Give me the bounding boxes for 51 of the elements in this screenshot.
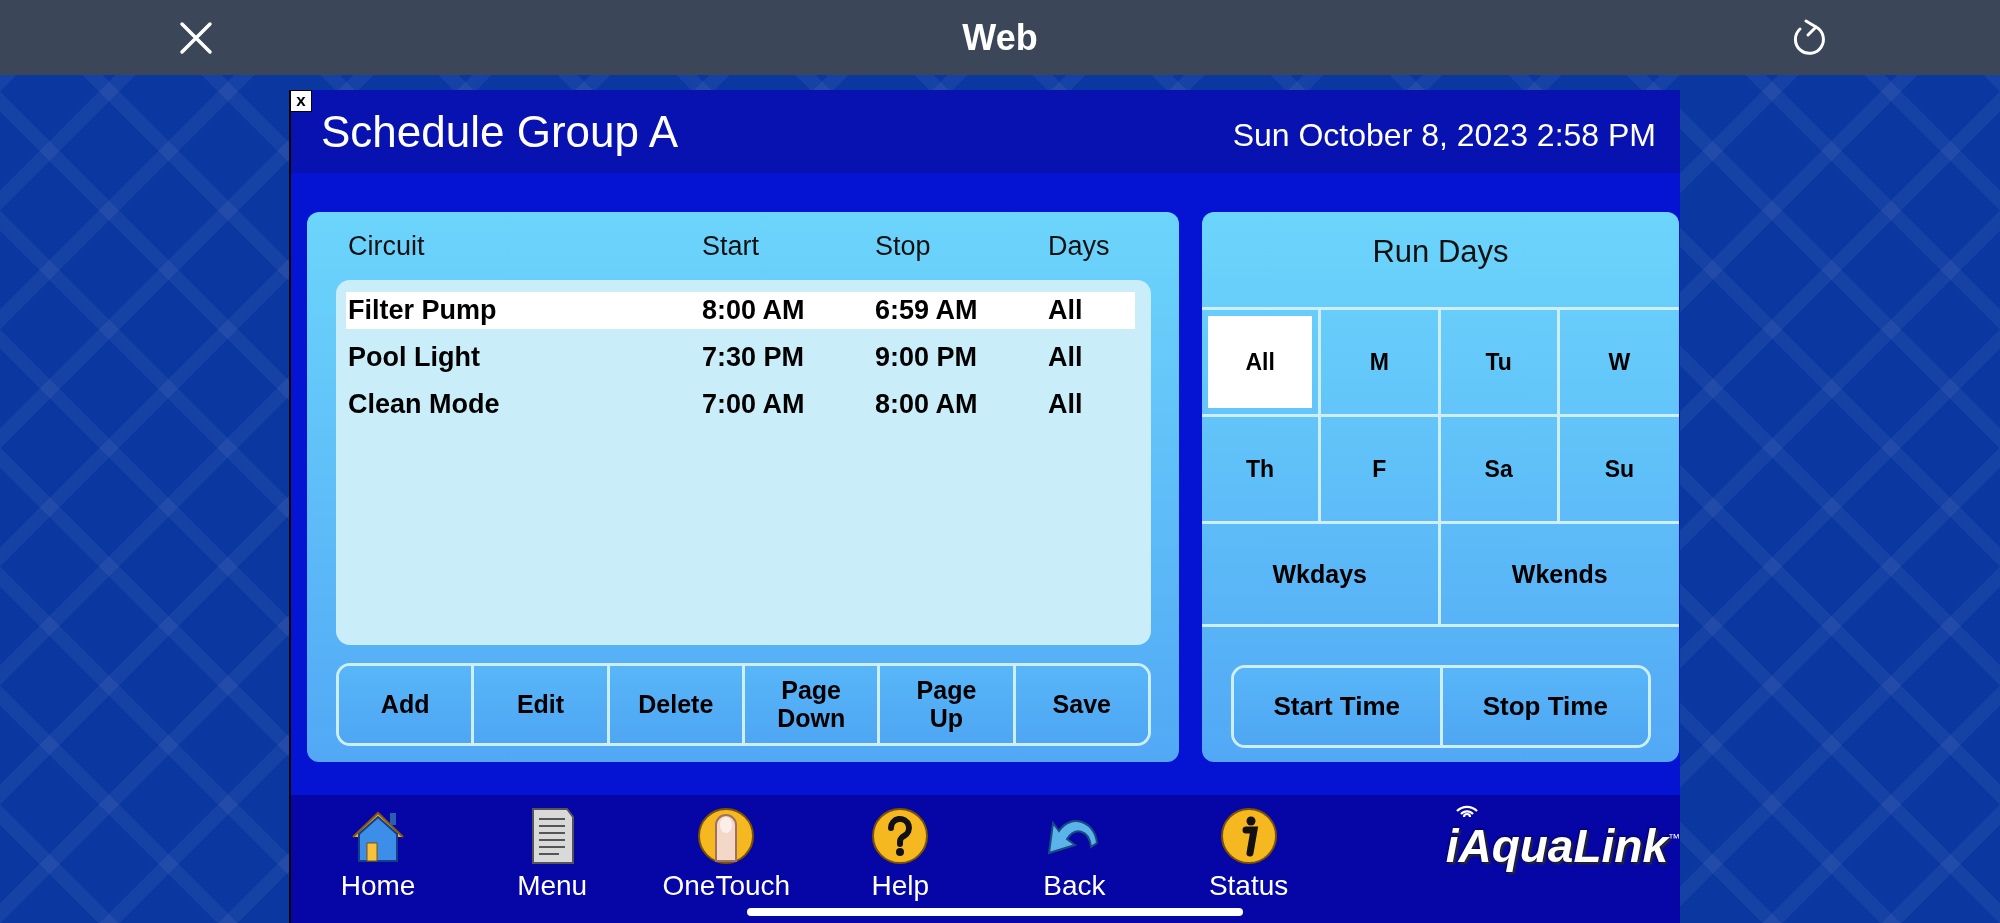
screen-title: Schedule Group A <box>321 106 679 157</box>
table-cell-text: Clean Mode <box>348 389 501 420</box>
toolbar-button[interactable]: Page Down <box>742 666 878 743</box>
close-button[interactable]: x <box>290 90 312 112</box>
column-header: Days <box>1048 230 1111 262</box>
page-title: Web <box>962 16 1038 59</box>
column-header: Stop <box>875 230 932 262</box>
toolbar-button[interactable]: Add <box>339 666 472 743</box>
nav-button[interactable]: Help <box>813 803 988 902</box>
table-cell-text: 7:00 AM <box>702 389 806 420</box>
nav-button[interactable]: Menu <box>465 803 640 902</box>
reload-icon[interactable] <box>1792 17 1828 58</box>
nav-button[interactable]: Back <box>987 803 1162 902</box>
day-button[interactable]: Sa <box>1440 417 1560 524</box>
toolbar-button[interactable]: Save <box>1012 666 1148 743</box>
date-time: Sun October 8, 2023 2:58 PM <box>1232 116 1656 154</box>
time-button[interactable]: Start Time <box>1234 668 1440 745</box>
day-button[interactable]: M <box>1321 310 1441 417</box>
toolbar-button[interactable]: Edit <box>471 666 607 743</box>
nav-button[interactable]: Home <box>291 803 466 902</box>
table-cell-text: Filter Pump <box>348 295 498 326</box>
day-button[interactable]: F <box>1321 417 1441 524</box>
table-row[interactable]: Filter Pump 8:00 AM 6:59 AM All <box>346 292 1135 329</box>
table-cell-text: 9:00 PM <box>875 342 979 373</box>
brand-name: iAquaLink <box>1445 819 1668 873</box>
day-group-button[interactable]: Wkends <box>1440 524 1679 627</box>
table-cell-text: 8:00 AM <box>875 389 979 420</box>
table-cell-text: 6:59 AM <box>875 295 979 326</box>
panel-title: Run Days <box>1371 233 1510 271</box>
day-button[interactable]: All <box>1202 310 1322 417</box>
day-button[interactable]: Tu <box>1440 310 1560 417</box>
day-button[interactable]: Th <box>1202 417 1322 524</box>
table-row[interactable]: Clean Mode 7:00 AM 8:00 AM All <box>346 386 1135 423</box>
day-button[interactable]: W <box>1559 310 1679 417</box>
table-cell-text: All <box>1048 295 1084 326</box>
time-button[interactable]: Stop Time <box>1439 668 1648 745</box>
toolbar-button[interactable]: Page Up <box>877 666 1013 743</box>
nav-button[interactable]: OneTouch <box>639 803 814 902</box>
nav-button[interactable]: Status <box>1161 803 1336 902</box>
table-cell-text: All <box>1048 389 1084 420</box>
column-header: Circuit <box>348 230 426 262</box>
column-header: Start <box>702 230 761 262</box>
table-cell-text: 7:30 PM <box>702 342 806 373</box>
day-group-button[interactable]: Wkdays <box>1202 524 1441 627</box>
toolbar-button[interactable]: Delete <box>606 666 742 743</box>
table-cell-text: 8:00 AM <box>702 295 806 326</box>
table-row[interactable]: Pool Light 7:30 PM 9:00 PM All <box>346 339 1135 376</box>
close-icon[interactable] <box>178 19 214 56</box>
day-button[interactable]: Su <box>1559 417 1679 524</box>
table-cell-text: Pool Light <box>348 342 481 373</box>
table-cell-text: All <box>1048 342 1084 373</box>
